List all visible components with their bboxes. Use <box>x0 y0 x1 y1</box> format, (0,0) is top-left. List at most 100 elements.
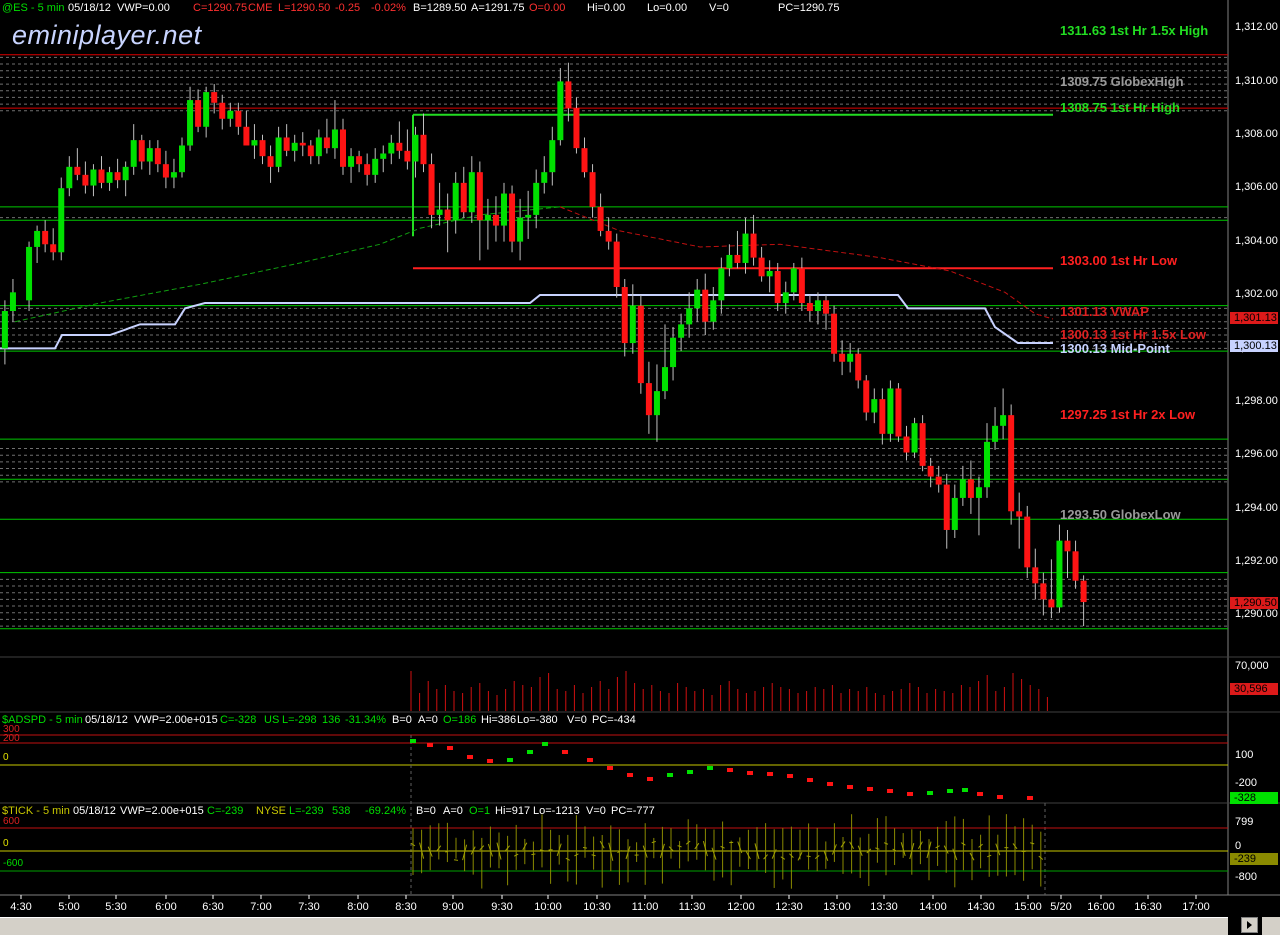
tick-bar <box>875 847 880 850</box>
level-neg600: -600 <box>3 858 24 869</box>
candle-body <box>517 217 524 242</box>
adspd-bar <box>487 759 493 763</box>
date-label: 05/18/12 <box>68 2 111 14</box>
time-tick: 13:00 <box>823 901 851 913</box>
candle-body <box>211 92 218 103</box>
adspd-bar <box>887 789 893 793</box>
candle-body <box>726 254 733 269</box>
candle-body <box>26 246 33 301</box>
time-tick: 9:30 <box>491 901 513 913</box>
time-tick: 6:30 <box>202 901 224 913</box>
last-label: L=1290.50 <box>278 2 331 14</box>
time-axis: 4:30 5:00 5:30 6:00 6:30 7:00 7:30 8:00 8:30 9:00… <box>0 897 1228 917</box>
candle-body <box>340 129 346 167</box>
time-tick: 6:00 <box>155 901 177 913</box>
candle-body <box>790 268 797 293</box>
candle-body <box>541 172 548 183</box>
tick-bar <box>771 849 777 859</box>
candle-body <box>315 137 322 157</box>
tick-bar <box>694 842 700 850</box>
level-label: 1293.50 GlobexLow <box>1060 507 1181 522</box>
price-badge-last: 1,290.50 <box>1230 597 1278 609</box>
tick-bar <box>978 843 983 848</box>
tick-badge: -239 <box>1230 853 1278 865</box>
tick-bar <box>987 854 992 858</box>
time-tick: 4:30 <box>10 901 32 913</box>
candle-body <box>1048 599 1055 608</box>
tick-bar <box>840 841 846 848</box>
level-600: 600 <box>3 816 20 827</box>
candle-body <box>581 148 588 173</box>
price-chart <box>0 0 1280 899</box>
candle-body <box>758 257 765 277</box>
tick-bar <box>745 851 751 860</box>
mid-point-line <box>0 294 1053 350</box>
candle-body <box>1016 511 1023 517</box>
open-label: O=1 <box>469 805 491 817</box>
candle-body <box>694 289 701 309</box>
candle-body <box>1080 580 1087 603</box>
tick-bar <box>651 840 656 844</box>
candle-body <box>806 303 813 312</box>
adspd-bar <box>847 785 853 789</box>
adspd-bar <box>977 792 983 796</box>
candle-body <box>710 300 717 322</box>
candle-body <box>291 142 298 151</box>
time-tick: 8:30 <box>395 901 417 913</box>
tick-bar <box>582 846 588 849</box>
size-grip[interactable] <box>1262 917 1280 935</box>
candle-body <box>58 188 65 253</box>
price-tick: 1,290.00 <box>1235 608 1278 620</box>
candle-body <box>814 300 821 312</box>
tick-bar <box>522 842 528 851</box>
candle-body <box>992 425 999 442</box>
candle-body <box>871 399 878 413</box>
tick-bar <box>591 854 596 857</box>
vol-label: V=0 <box>567 714 587 726</box>
candle-body <box>645 383 652 416</box>
candle-body <box>74 166 81 175</box>
time-tick: 16:30 <box>1134 901 1162 913</box>
candle-body <box>380 153 387 159</box>
candle-body <box>613 241 620 287</box>
tick-bar <box>599 840 605 849</box>
tick-axis: 799 0 -239 -800 <box>1229 804 1280 894</box>
tick-bar <box>565 857 571 861</box>
tick-bar <box>883 842 889 845</box>
tick-bar <box>909 842 915 860</box>
vwp-label: VWP=2.00e+015 <box>120 805 204 817</box>
change-label: 136 <box>322 714 341 726</box>
close-label: C=1290.75 <box>193 2 248 14</box>
candle-body <box>219 102 226 119</box>
candle-body <box>90 169 97 186</box>
candle-body <box>573 108 580 149</box>
candle-body <box>766 270 773 277</box>
open-label: O=186 <box>443 714 477 726</box>
adspd-bar <box>527 750 533 754</box>
candle-body <box>468 172 475 213</box>
time-tick: 13:30 <box>870 901 898 913</box>
candle-body <box>1000 415 1007 426</box>
tick-bar <box>917 841 923 850</box>
tick-bar <box>995 843 1001 856</box>
tick-bar <box>1030 842 1035 845</box>
level-label: 1308.75 1st Hr High <box>1060 100 1180 115</box>
tick-bar <box>470 846 476 855</box>
candle-body <box>154 148 161 165</box>
scroll-right-button[interactable] <box>1241 917 1258 933</box>
horizontal-scrollbar[interactable] <box>0 917 1228 935</box>
adspd-bar <box>467 755 473 759</box>
candle-body <box>122 166 129 181</box>
tick-bar <box>737 841 743 854</box>
bid-label: B=1289.50 <box>413 2 467 14</box>
tick-bar <box>892 848 897 852</box>
candle-body <box>501 193 507 226</box>
candle-body <box>444 209 451 221</box>
ask-label: A=1291.75 <box>471 2 525 14</box>
tick-bar <box>625 846 631 860</box>
tick-bar <box>531 853 536 856</box>
adspd-bar <box>962 788 968 792</box>
candle-body <box>235 110 242 127</box>
tick-bar <box>462 844 468 861</box>
chart-window: @ES - 5 min 05/18/12 VWP=0.00 C=1290.75 … <box>0 0 1280 935</box>
